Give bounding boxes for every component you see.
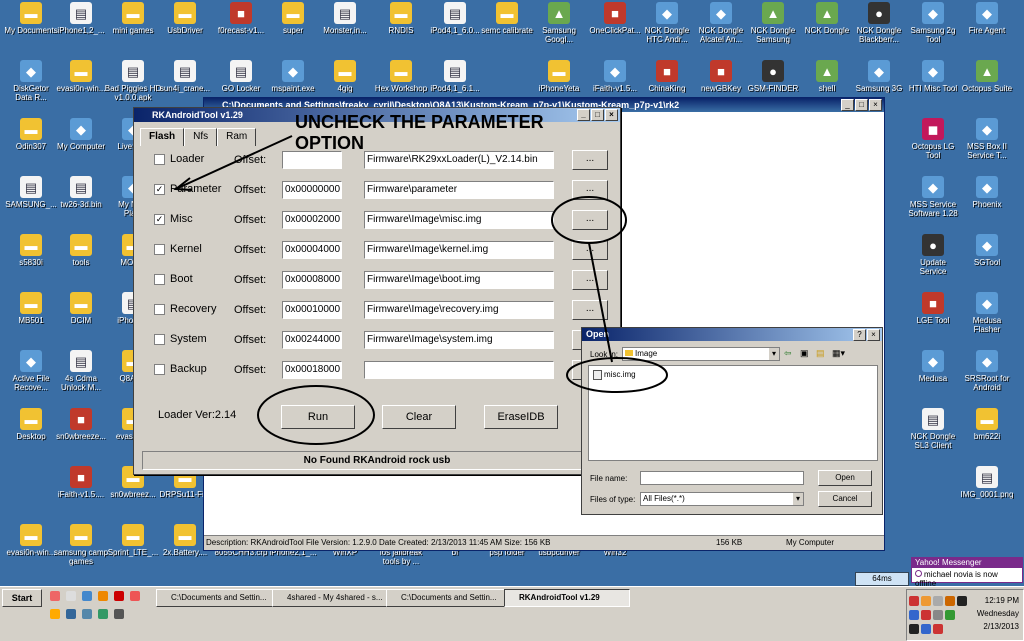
quick-launch-icon[interactable] bbox=[66, 609, 76, 619]
system-tray: 12:19 PM Wednesday 2/13/2013 bbox=[906, 589, 1024, 641]
arrow-line bbox=[177, 135, 293, 189]
yahoo-title: Yahoo! Messenger bbox=[912, 558, 1022, 568]
quick-launch-icon[interactable] bbox=[98, 609, 108, 619]
taskbar-item[interactable]: C:\Documents and Settin... bbox=[156, 589, 285, 607]
yahoo-notification[interactable]: Yahoo! Messenger michael novia is now of… bbox=[911, 557, 1023, 588]
highlight-browse-circle bbox=[551, 196, 627, 244]
tray-icon[interactable] bbox=[945, 596, 955, 606]
taskbar-item[interactable]: C:\Documents and Settin... bbox=[386, 589, 515, 607]
connector-line bbox=[588, 242, 613, 363]
quick-launch-icon[interactable] bbox=[66, 591, 76, 601]
arrow-head bbox=[173, 177, 193, 191]
tray-icon[interactable] bbox=[957, 596, 967, 606]
network-speed-badge: 64ms bbox=[855, 572, 909, 586]
quick-launch-icon[interactable] bbox=[130, 591, 140, 601]
highlight-run-circle bbox=[257, 385, 375, 445]
quick-launch-icon[interactable] bbox=[98, 591, 108, 601]
tray-icon[interactable] bbox=[933, 596, 943, 606]
tray-icon[interactable] bbox=[909, 596, 919, 606]
taskbar-item[interactable]: 4shared - My 4shared - s... bbox=[272, 589, 401, 607]
tray-icon[interactable] bbox=[921, 624, 931, 634]
start-button[interactable]: Start bbox=[2, 589, 42, 607]
clock-day: Wednesday bbox=[976, 609, 1019, 618]
tray-icons bbox=[909, 596, 971, 636]
desktop: ▬ My Documents ▤ iPhone1,2_... ▬ mini games ▬ U… bbox=[0, 0, 1024, 588]
clock-time[interactable]: 12:19 PM bbox=[985, 596, 1019, 605]
tray-icon[interactable] bbox=[921, 596, 931, 606]
tray-icon[interactable] bbox=[909, 624, 919, 634]
tray-icon[interactable] bbox=[933, 610, 943, 620]
tray-icon[interactable] bbox=[921, 610, 931, 620]
quick-launch-icon[interactable] bbox=[114, 609, 124, 619]
annotation-overlay bbox=[173, 135, 668, 445]
quick-launch-icon[interactable] bbox=[50, 609, 60, 619]
quick-launch-icon[interactable] bbox=[114, 591, 124, 601]
taskbar: Start C:\Documents and Settin... 4shared … bbox=[0, 586, 1024, 641]
highlight-file-circle bbox=[566, 357, 668, 393]
tray-icon[interactable] bbox=[945, 610, 955, 620]
quick-launch-icon[interactable] bbox=[82, 591, 92, 601]
quick-launch-icon[interactable] bbox=[50, 591, 60, 601]
quick-launch-icon[interactable] bbox=[82, 609, 92, 619]
taskbar-item[interactable]: RKAndroidTool v1.29 bbox=[504, 589, 630, 607]
status-dot-icon bbox=[915, 570, 922, 577]
tray-icon[interactable] bbox=[933, 624, 943, 634]
tray-icon[interactable] bbox=[909, 610, 919, 620]
clock-date: 2/13/2013 bbox=[983, 622, 1019, 631]
